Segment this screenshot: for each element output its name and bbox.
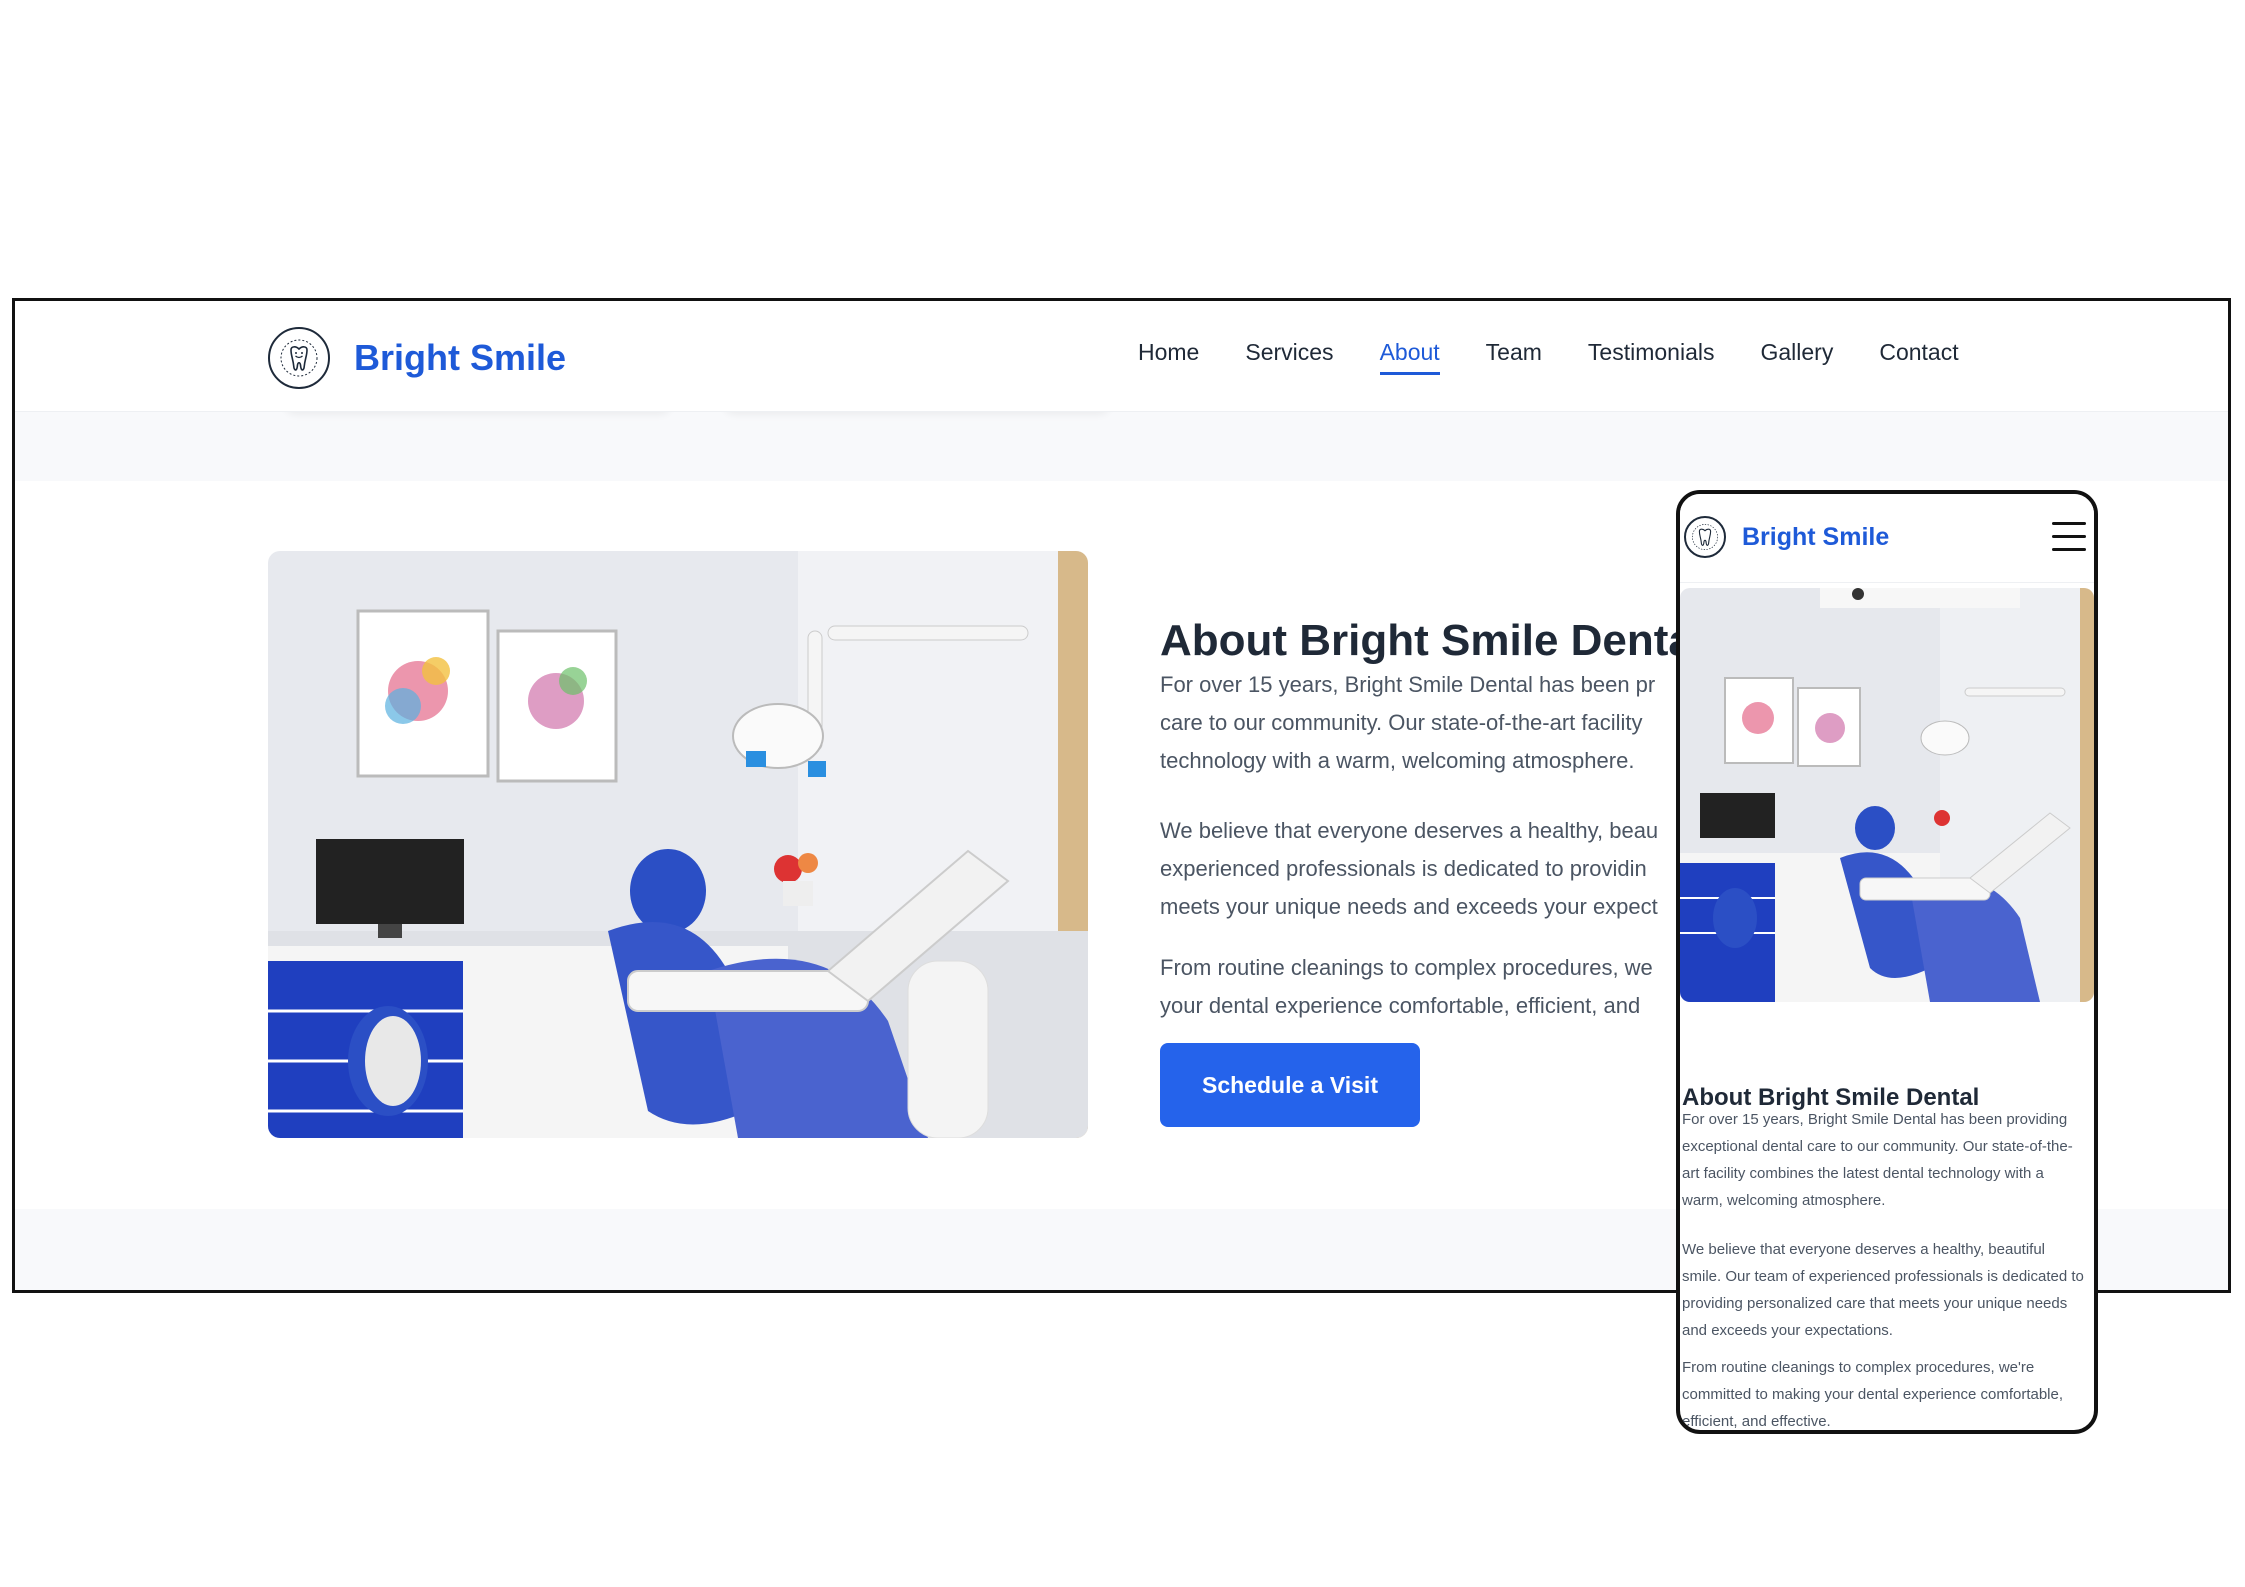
nav-gallery[interactable]: Gallery [1760, 339, 1833, 375]
brand-name: Bright Smile [354, 337, 567, 378]
previous-section-strip [15, 411, 2228, 481]
nav-about[interactable]: About [1379, 339, 1440, 375]
nav-testimonials[interactable]: Testimonials [1588, 339, 1715, 375]
hamburger-menu-icon[interactable] [2052, 522, 2086, 554]
site-logo[interactable]: Bright Smile [268, 327, 566, 389]
mobile-about-paragraph-3: From routine cleanings to complex proced… [1682, 1359, 2064, 1430]
schedule-visit-button[interactable]: Schedule a Visit [1160, 1043, 1420, 1127]
nav-team[interactable]: Team [1486, 339, 1542, 375]
about-paragraph-1: For over 15 years, Bright Smile Dental h… [1160, 672, 1656, 773]
mobile-about-paragraph-1: For over 15 years, Bright Smile Dental h… [1682, 1111, 2073, 1209]
about-title: About Bright Smile Dental [1160, 615, 1706, 665]
mobile-header: Bright Smile [1680, 494, 2094, 583]
tooth-icon [1684, 516, 1726, 558]
mobile-site-logo[interactable]: Bright Smile [1684, 516, 1889, 558]
main-nav: Home Services About Team Testimonials Ga… [1138, 339, 2005, 375]
mobile-preview: Bright Smile About Bright Smile Dental F… [1676, 490, 2098, 1434]
tooth-icon [268, 327, 330, 389]
nav-home[interactable]: Home [1138, 339, 1199, 375]
mobile-about-image [1680, 588, 2094, 1002]
nav-services[interactable]: Services [1245, 339, 1333, 375]
about-image [268, 551, 1088, 1138]
mobile-about-paragraph-2: We believe that everyone deserves a heal… [1682, 1241, 2084, 1339]
mobile-brand-name: Bright Smile [1742, 522, 1890, 551]
about-paragraph-3: From routine cleanings to complex proced… [1160, 955, 1653, 1018]
about-paragraph-2: We believe that everyone deserves a heal… [1160, 818, 1659, 919]
nav-contact[interactable]: Contact [1879, 339, 1958, 375]
site-header: Bright Smile Home Services About Team Te… [15, 301, 2228, 412]
